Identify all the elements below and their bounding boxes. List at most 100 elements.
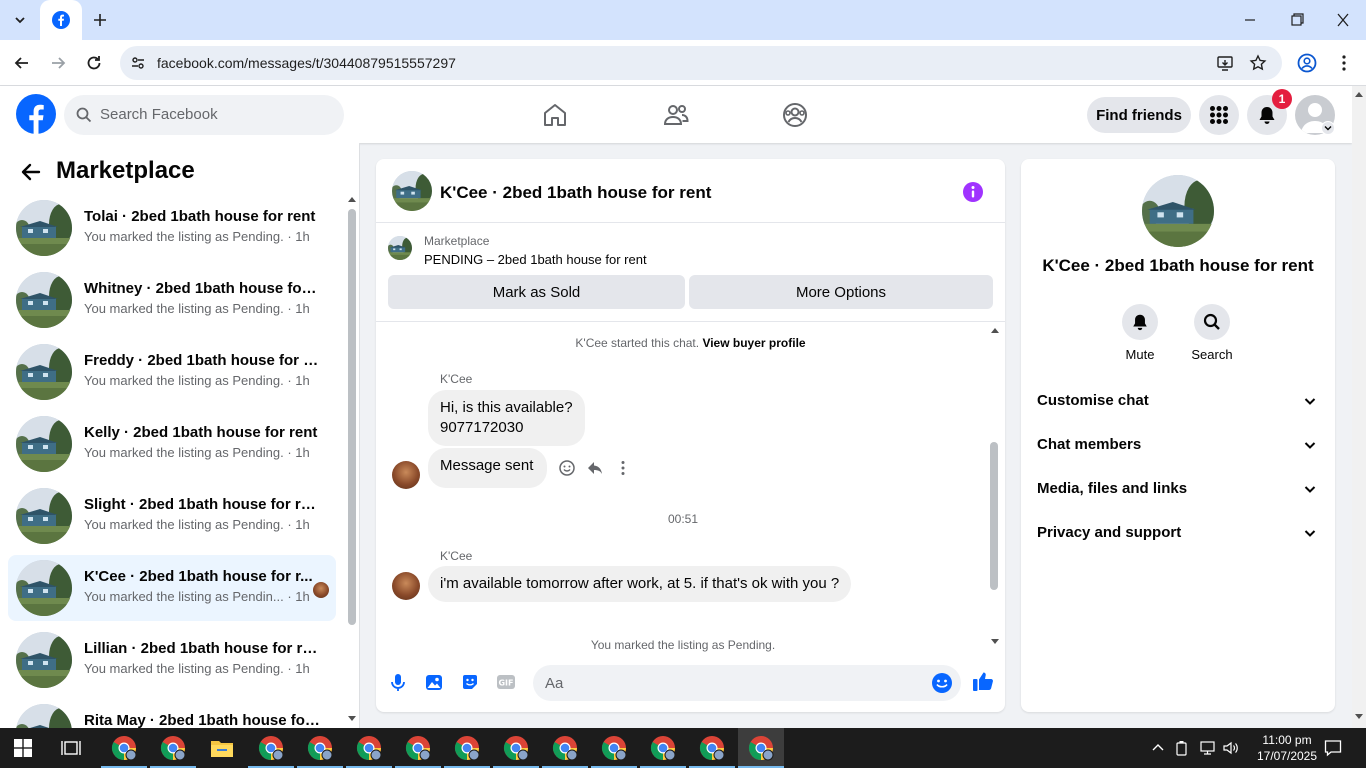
conversation-info-button[interactable] (962, 181, 984, 203)
bookmark-star-icon[interactable] (1249, 54, 1267, 72)
battery-status[interactable] (1175, 740, 1189, 756)
thread-scrollbar[interactable] (990, 442, 998, 590)
info-section-chat-members[interactable]: Chat members (1037, 423, 1321, 467)
info-section-privacy-and-support[interactable]: Privacy and support (1037, 511, 1321, 555)
conversation-item[interactable]: Freddy · 2bed 1bath house for re... You m… (8, 339, 336, 405)
scroll-down-icon[interactable] (1354, 713, 1364, 721)
profile-button[interactable] (1297, 53, 1317, 73)
network-status[interactable] (1198, 740, 1216, 756)
nav-home[interactable] (541, 101, 569, 129)
conversation-preview-text: You marked the listing as Pending. (84, 301, 284, 316)
system-clock[interactable]: 11:00 pm 17/07/2025 (1253, 732, 1321, 764)
message-input[interactable]: Aa (533, 665, 961, 701)
info-section-media-files-and-links[interactable]: Media, files and links (1037, 467, 1321, 511)
conversation-item[interactable]: K'Cee · 2bed 1bath house for r... You mar… (8, 555, 336, 621)
address-bar[interactable]: facebook.com/messages/t/3044087951555729… (120, 46, 1282, 80)
conversation-avatar[interactable] (1142, 175, 1214, 247)
search-input[interactable]: Search Facebook (64, 95, 344, 135)
nav-friends[interactable] (662, 101, 690, 129)
conversation-item[interactable]: Lillian · 2bed 1bath house for rent You m… (8, 627, 336, 693)
message-bubble[interactable]: Hi, is this available? 9077172030 (428, 390, 585, 446)
gif-button[interactable]: GIF (496, 672, 516, 692)
restore-button[interactable] (1287, 12, 1307, 28)
taskbar-chrome-window[interactable] (738, 728, 784, 768)
listing-thumbnail-small[interactable] (388, 236, 412, 260)
attach-photo-button[interactable] (424, 672, 444, 692)
voice-clip-button[interactable] (388, 672, 408, 692)
show-hidden-icons-button[interactable] (1152, 742, 1164, 752)
tab-search-button[interactable] (8, 8, 32, 32)
task-view-button[interactable] (61, 738, 81, 758)
chat-title[interactable]: K'Cee · 2bed 1bath house for rent (440, 183, 711, 203)
search-in-conversation-button[interactable]: Search (1177, 304, 1247, 362)
taskbar-chrome-window[interactable] (257, 734, 285, 762)
close-window-button[interactable] (1333, 12, 1353, 28)
taskbar-chrome-window[interactable] (159, 734, 187, 762)
chat-panel: K'Cee · 2bed 1bath house for rent Market… (376, 159, 1005, 712)
action-center-button[interactable] (1324, 739, 1342, 757)
taskbar-chrome-window[interactable] (698, 734, 726, 762)
browser-tab-facebook[interactable] (40, 0, 82, 40)
conversation-item[interactable]: Kelly · 2bed 1bath house for rent You mar… (8, 411, 336, 477)
message-bubble[interactable]: Message sent (428, 448, 548, 488)
find-friends-button[interactable]: Find friends (1087, 97, 1191, 133)
conversation-time: · 1h (287, 661, 310, 676)
info-section-customise-chat[interactable]: Customise chat (1037, 379, 1321, 423)
taskbar-chrome-window[interactable] (355, 734, 383, 762)
minimize-button[interactable] (1240, 12, 1260, 28)
mute-button[interactable]: Mute (1105, 304, 1175, 362)
page-scrollbar[interactable] (1352, 86, 1366, 728)
scroll-down-icon[interactable] (990, 638, 1000, 646)
taskbar-chrome-window[interactable] (110, 734, 138, 762)
forward-button[interactable] (48, 53, 68, 73)
conversation-preview-text: You marked the listing as Pending. (84, 229, 284, 244)
taskbar-chrome-window[interactable] (502, 734, 530, 762)
conversation-item[interactable]: Rita May · 2bed 1bath house for ... (8, 699, 336, 728)
scroll-down-icon[interactable] (347, 715, 357, 723)
message-more-button[interactable] (614, 459, 632, 477)
sender-avatar[interactable] (392, 572, 420, 600)
volume-control[interactable] (1222, 740, 1240, 756)
mark-as-sold-button[interactable]: Mark as Sold (388, 275, 685, 309)
listing-thumbnail[interactable] (392, 171, 432, 211)
taskbar-chrome-window[interactable] (600, 734, 628, 762)
browser-menu-button[interactable] (1334, 53, 1354, 73)
conversation-item[interactable]: Tolai · 2bed 1bath house for rent You mar… (8, 195, 336, 261)
message-bubble[interactable]: i'm available tomorrow after work, at 5.… (428, 566, 852, 602)
scroll-up-icon[interactable] (347, 195, 357, 203)
taskbar-chrome-window[interactable] (453, 734, 481, 762)
taskbar-chrome-window[interactable] (404, 734, 432, 762)
reply-button[interactable] (586, 459, 604, 477)
taskbar-chrome-window[interactable] (551, 734, 579, 762)
sticker-button[interactable] (460, 672, 480, 692)
facebook-logo[interactable] (16, 94, 56, 134)
react-button[interactable] (558, 459, 576, 477)
scroll-up-icon[interactable] (990, 326, 1000, 334)
chat-started-text: K'Cee started this chat. (575, 336, 700, 350)
scroll-up-icon[interactable] (1354, 90, 1364, 98)
taskbar-chrome-window[interactable] (649, 734, 677, 762)
account-dropdown[interactable] (1321, 121, 1335, 135)
sender-avatar[interactable] (392, 461, 420, 489)
info-section-label: Customise chat (1037, 392, 1149, 409)
emoji-icon[interactable] (931, 672, 953, 694)
site-settings-icon[interactable] (130, 55, 146, 71)
taskbar-chrome-window[interactable] (306, 734, 334, 762)
start-button[interactable] (14, 739, 32, 757)
send-like-button[interactable] (972, 670, 994, 692)
nav-groups[interactable] (781, 101, 809, 129)
new-tab-button[interactable] (90, 10, 110, 30)
conversation-list-scrollbar[interactable] (348, 209, 356, 625)
back-button[interactable] (12, 53, 32, 73)
menu-button[interactable] (1199, 95, 1239, 135)
conversation-name: Freddy · 2bed 1bath house for re... (84, 352, 320, 369)
url-text: facebook.com/messages/t/3044087951555729… (157, 55, 456, 71)
more-options-button[interactable]: More Options (689, 275, 993, 309)
install-app-icon[interactable] (1216, 54, 1234, 72)
view-buyer-profile-link[interactable]: View buyer profile (702, 336, 805, 350)
conversation-item[interactable]: Slight · 2bed 1bath house for rent You ma… (8, 483, 336, 549)
taskbar-file-explorer[interactable] (208, 734, 236, 762)
back-button[interactable] (20, 161, 42, 183)
conversation-item[interactable]: Whitney · 2bed 1bath house for ... You ma… (8, 267, 336, 333)
reload-button[interactable] (84, 53, 104, 73)
